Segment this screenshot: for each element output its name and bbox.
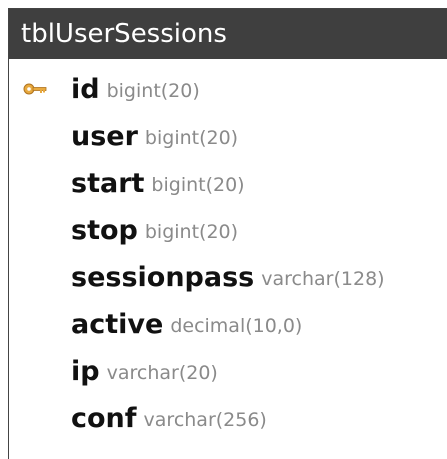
field-row-start[interactable]: start bigint(20) [9, 161, 245, 205]
field-type: varchar(128) [261, 268, 385, 290]
key-slot [9, 67, 71, 111]
field-name: active [71, 308, 164, 340]
field-name: conf [71, 402, 137, 434]
field-name: ip [71, 355, 100, 387]
field-name: stop [71, 214, 138, 246]
key-slot [9, 349, 71, 393]
field-type: decimal(10,0) [170, 315, 303, 337]
field-name: sessionpass [71, 261, 255, 293]
field-type: varchar(256) [143, 409, 267, 431]
key-slot [9, 396, 71, 440]
table-header[interactable]: tblUserSessions [9, 9, 447, 59]
field-type: bigint(20) [106, 80, 200, 102]
field-type: varchar(20) [106, 362, 218, 384]
field-type: bigint(20) [151, 174, 245, 196]
key-slot [9, 255, 71, 299]
key-slot [9, 302, 71, 346]
field-row-user[interactable]: user bigint(20) [9, 114, 238, 158]
field-row-stop[interactable]: stop bigint(20) [9, 208, 238, 252]
field-name: start [71, 167, 145, 199]
field-row-ip[interactable]: ip varchar(20) [9, 349, 218, 393]
field-row-sessionpass[interactable]: sessionpass varchar(128) [9, 255, 385, 299]
field-type: bigint(20) [144, 127, 239, 149]
field-row-conf[interactable]: conf varchar(256) [9, 396, 267, 440]
field-row-active[interactable]: active decimal(10,0) [9, 302, 302, 346]
field-name: user [71, 120, 138, 152]
field-name: id [71, 73, 100, 105]
table-card[interactable]: tblUserSessions id bigint(20) user bigin… [8, 8, 447, 459]
field-type: bigint(20) [144, 221, 239, 243]
table-title: tblUserSessions [21, 19, 227, 49]
key-slot [9, 161, 71, 205]
key-slot [9, 114, 71, 158]
key-slot [9, 208, 71, 252]
key-icon [23, 83, 47, 95]
field-row-id[interactable]: id bigint(20) [9, 67, 200, 111]
